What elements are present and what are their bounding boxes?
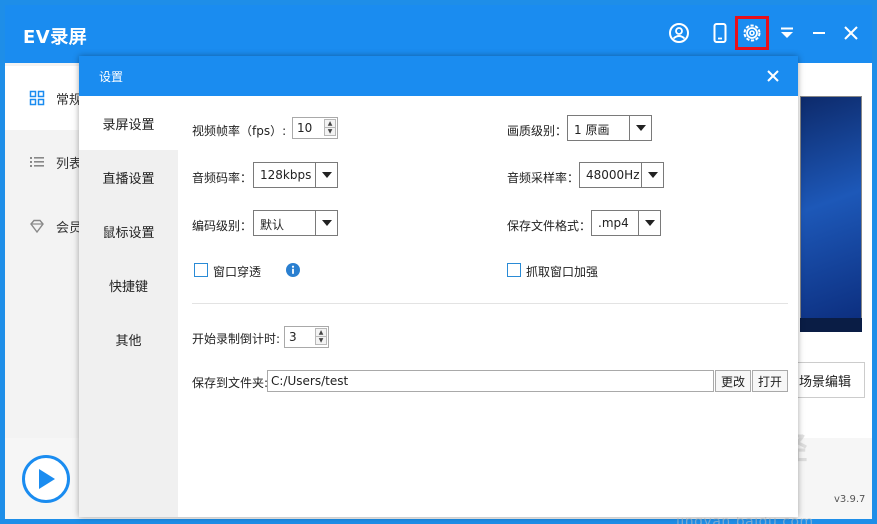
dialog-close-icon[interactable]	[763, 66, 783, 86]
fps-stepper[interactable]: 10 ▲ ▼	[292, 117, 338, 139]
app-title: EV录屏	[23, 27, 88, 48]
minimize-icon[interactable]	[805, 19, 833, 47]
dialog-nav: 录屏设置 直播设置 鼠标设置 快捷键 其他	[79, 96, 178, 517]
screen-preview-taskbar	[800, 318, 862, 332]
capture-enhance-checkbox[interactable]	[507, 263, 521, 277]
screen-preview	[800, 96, 862, 332]
audio-bitrate-select[interactable]: 128kbps	[253, 162, 338, 188]
close-icon[interactable]	[837, 19, 865, 47]
file-format-label: 保存文件格式：	[507, 219, 592, 233]
tab-mouse-settings[interactable]: 鼠标设置	[79, 204, 178, 258]
quality-label: 画质级别：	[507, 124, 568, 138]
save-folder-path[interactable]	[268, 371, 713, 391]
fps-down-arrow-icon[interactable]: ▼	[324, 127, 336, 136]
tab-record-settings[interactable]: 录屏设置	[79, 96, 178, 150]
encode-level-label: 编码级别：	[192, 219, 253, 233]
tab-hotkeys[interactable]: 快捷键	[79, 258, 178, 312]
tab-live-settings[interactable]: 直播设置	[79, 150, 178, 204]
chevron-down-icon	[315, 163, 337, 187]
change-folder-button[interactable]: 更改	[715, 370, 751, 392]
capture-enhance-label: 抓取窗口加强	[526, 265, 599, 279]
record-start-button[interactable]	[22, 455, 70, 503]
countdown-label: 开始录制倒计时:	[192, 332, 281, 346]
chevron-down-icon	[315, 211, 337, 235]
quality-select[interactable]: 1 原画	[567, 115, 652, 141]
settings-dialog: 设置 录屏设置 直播设置 鼠标设置 快捷键 其他 视频帧率（fps）: 10 ▲…	[79, 56, 798, 517]
sample-rate-value: 48000Hz	[586, 168, 640, 182]
countdown-down-arrow-icon[interactable]: ▼	[315, 336, 327, 345]
sidebar-item-list[interactable]: 列表	[5, 130, 82, 194]
sidebar-item-general[interactable]: 常规	[5, 66, 82, 130]
chevron-down-icon	[641, 163, 663, 187]
window-through-label: 窗口穿透	[213, 265, 262, 279]
encode-level-value: 默认	[260, 218, 285, 232]
dialog-title: 设置	[99, 70, 124, 84]
file-format-select[interactable]: .mp4	[591, 210, 661, 236]
scene-edit-button[interactable]: 场景编辑	[797, 362, 865, 398]
diamond-icon	[30, 219, 44, 234]
audio-bitrate-value: 128kbps	[260, 168, 312, 182]
fps-value: 10	[297, 121, 313, 135]
app-version: v3.9.7	[834, 494, 866, 505]
audio-bitrate-label: 音频码率：	[192, 171, 253, 185]
countdown-value: 3	[289, 330, 297, 344]
save-folder-input[interactable]	[267, 370, 714, 392]
encode-level-select[interactable]: 默认	[253, 210, 338, 236]
grid-icon	[29, 90, 45, 106]
dialog-title-bar: 设置	[79, 56, 798, 96]
chevron-down-icon	[638, 211, 660, 235]
countdown-stepper[interactable]: 3 ▲ ▼	[284, 326, 329, 348]
chevron-down-icon	[629, 116, 651, 140]
mobile-icon[interactable]	[706, 19, 734, 47]
sample-rate-select[interactable]: 48000Hz	[579, 162, 664, 188]
menu-dropdown-icon[interactable]	[773, 19, 801, 47]
settings-gear-icon[interactable]	[735, 16, 769, 50]
save-folder-label: 保存到文件夹:	[192, 376, 269, 390]
list-icon	[30, 157, 44, 167]
sidebar-item-member[interactable]: 会员	[5, 194, 82, 258]
user-circle-icon[interactable]	[665, 19, 693, 47]
tab-other[interactable]: 其他	[79, 312, 178, 366]
play-icon	[39, 469, 55, 489]
title-bar: EV录屏	[5, 5, 872, 63]
info-icon[interactable]	[286, 263, 300, 277]
window-through-checkbox[interactable]	[194, 263, 208, 277]
quality-value: 1 原画	[574, 123, 610, 137]
file-format-value: .mp4	[598, 216, 629, 230]
section-divider	[192, 303, 788, 304]
sample-rate-label: 音频采样率：	[507, 171, 580, 185]
fps-label: 视频帧率（fps）:	[192, 124, 287, 138]
open-folder-button[interactable]: 打开	[752, 370, 788, 392]
